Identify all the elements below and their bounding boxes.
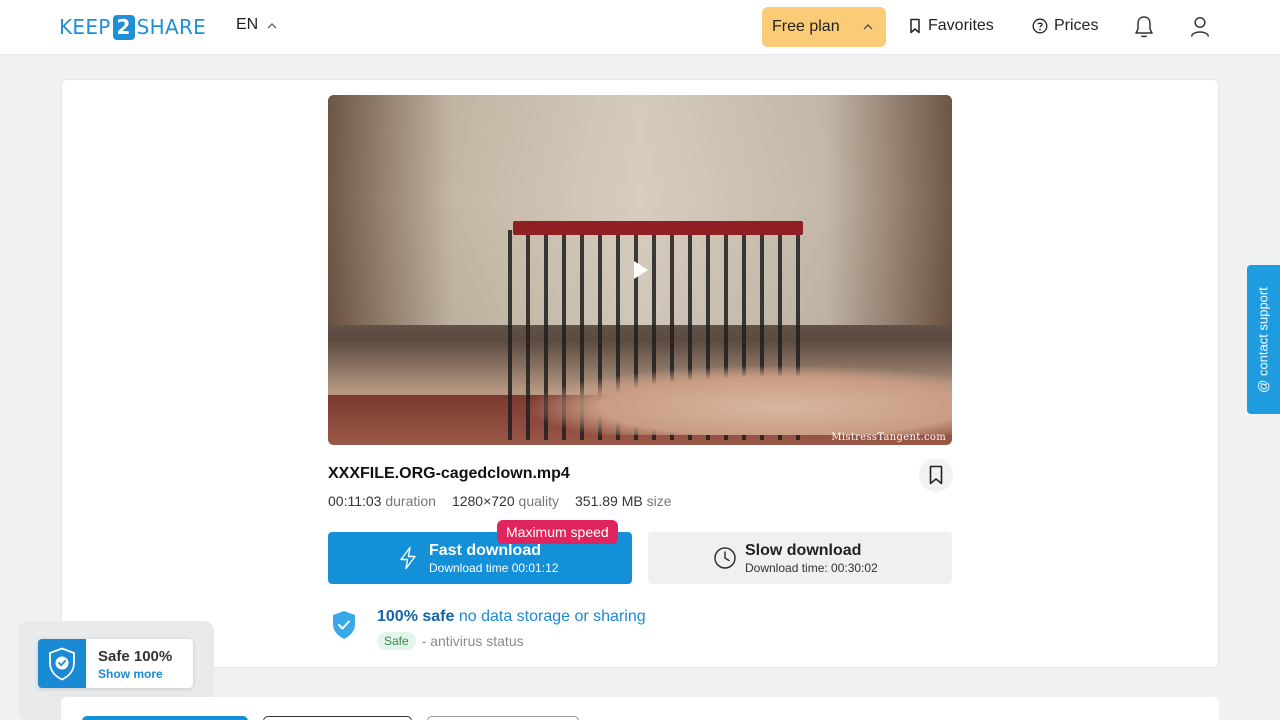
site-logo[interactable]: KEEP 2 SHARE: [59, 14, 206, 40]
antivirus-status: Safe - antivirus status: [377, 632, 524, 650]
video-cage-top: [513, 221, 803, 235]
fast-download-time: Download time 00:01:12: [429, 561, 559, 575]
logo-text-right: SHARE: [136, 15, 207, 39]
bell-icon: [1135, 16, 1153, 38]
logo-text-left: KEEP: [59, 15, 111, 39]
show-more-link[interactable]: Show more: [98, 667, 163, 681]
bottom-tab[interactable]: [427, 716, 579, 720]
size-value: 351.89 MB: [575, 493, 643, 509]
safety-text: no data storage or sharing: [458, 608, 646, 625]
file-size: 351.89 MB size: [575, 493, 672, 509]
user-icon: [1190, 16, 1210, 37]
plan-label: Free plan: [772, 18, 840, 35]
file-meta: 00:11:03 duration 1280×720 quality 351.8…: [328, 493, 672, 509]
favorites-link[interactable]: Favorites: [908, 17, 994, 35]
popup-title: Safe 100%: [98, 648, 173, 665]
chevron-up-icon: [267, 23, 277, 29]
prices-label: Prices: [1054, 17, 1099, 34]
plan-selector-button[interactable]: Free plan: [762, 7, 886, 47]
file-duration: 00:11:03 duration: [328, 493, 436, 509]
favorites-label: Favorites: [928, 17, 994, 34]
bookmark-icon: [929, 465, 943, 485]
prices-link[interactable]: Prices: [1032, 17, 1098, 35]
bottom-tab[interactable]: [263, 716, 412, 720]
video-figure: [523, 365, 952, 435]
file-quality: 1280×720 quality: [452, 493, 559, 509]
slow-download-time: Download time: 00:30:02: [745, 561, 878, 575]
slow-download-label: Slow download: [745, 542, 862, 559]
safety-statement: 100% safe no data storage or sharing: [377, 608, 646, 626]
bookmark-icon: [910, 18, 920, 34]
shield-check-icon: [38, 639, 86, 688]
quality-label: quality: [518, 493, 559, 509]
play-icon[interactable]: [634, 261, 648, 279]
slow-download-button[interactable]: Slow download Download time: 00:30:02: [648, 532, 952, 584]
chevron-up-icon: [863, 24, 873, 30]
duration-label: duration: [385, 493, 436, 509]
shield-check-icon: [331, 610, 357, 645]
bottom-tab-active[interactable]: [82, 716, 248, 720]
add-favorite-button[interactable]: [919, 458, 953, 492]
question-circle-icon: [1032, 18, 1048, 34]
clock-icon: [714, 547, 736, 569]
video-watermark: MistressTangent.com: [831, 432, 946, 443]
safe-popup[interactable]: Safe 100% Show more: [38, 639, 193, 688]
size-label: size: [646, 493, 672, 509]
file-name: XXXFILE.ORG-cagedclown.mp4: [328, 465, 570, 482]
fast-download-label: Fast download: [429, 542, 541, 559]
contact-support-tab[interactable]: @ contact support: [1247, 265, 1280, 414]
logo-text-mid: 2: [112, 14, 135, 40]
video-preview[interactable]: MistressTangent.com: [328, 95, 952, 445]
duration-value: 00:11:03: [328, 493, 382, 509]
language-selector[interactable]: EN: [236, 16, 277, 34]
quality-value: 1280×720: [451, 493, 515, 509]
safety-bold: 100% safe: [377, 608, 455, 625]
account-button[interactable]: [1189, 15, 1211, 44]
language-label: EN: [236, 16, 259, 33]
status-badge: Safe: [377, 632, 416, 650]
top-header: KEEP 2 SHARE EN Free plan Favorites Pric…: [0, 0, 1280, 55]
contact-support-label: @ contact support: [1255, 287, 1271, 393]
antivirus-text: - antivirus status: [421, 633, 524, 649]
notifications-button[interactable]: [1133, 15, 1155, 44]
max-speed-badge: Maximum speed: [497, 520, 618, 544]
lightning-icon: [400, 546, 416, 570]
